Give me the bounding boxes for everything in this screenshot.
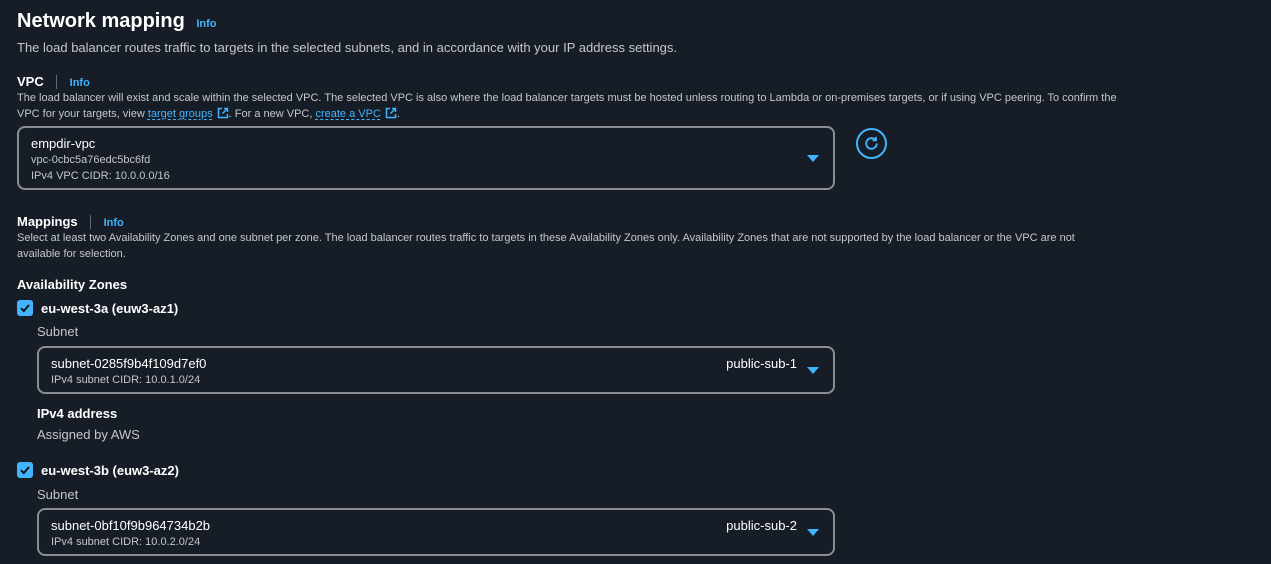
refresh-icon — [863, 135, 880, 152]
zone-1-subnet-label: Subnet — [37, 324, 79, 339]
mappings-label: Mappings — [17, 214, 78, 229]
vpc-desc-mid: . For a new VPC, — [228, 108, 316, 120]
external-link-icon — [217, 107, 229, 124]
zone-1-subnet-id: subnet-0285f9b4f109d7ef0 — [51, 356, 207, 371]
zone-1-subnet-name: public-sub-1 — [726, 356, 797, 371]
vpc-selected-name: empdir-vpc — [31, 136, 96, 151]
mappings-header: Mappings Info — [17, 213, 124, 231]
zone-1-name: eu-west-3a (euw3-az1) — [41, 301, 179, 316]
mappings-desc-line1: Select at least two Availability Zones a… — [17, 232, 1075, 244]
vpc-info-link[interactable]: Info — [70, 77, 90, 89]
availability-zones-heading: Availability Zones — [17, 277, 128, 292]
zone-2-subnet-name: public-sub-2 — [726, 518, 797, 533]
vpc-label: VPC — [17, 74, 44, 89]
vpc-desc-pre: VPC for your targets, view — [17, 108, 148, 120]
section-title: Network mapping Info — [17, 10, 217, 33]
section-description: The load balancer routes traffic to targ… — [17, 40, 678, 55]
zone-1-checkbox[interactable] — [17, 300, 33, 316]
zone-1-ipv4-value: Assigned by AWS — [37, 427, 140, 442]
create-vpc-link[interactable]: create a VPC — [315, 108, 380, 120]
zone-2-checkbox[interactable] — [17, 462, 33, 478]
vpc-description: The load balancer will exist and scale w… — [17, 90, 1262, 124]
vpc-select[interactable]: empdir-vpc vpc-0cbc5a76edc5bc6fd IPv4 VP… — [17, 126, 835, 190]
mappings-desc-line2: available for selection. — [17, 248, 126, 260]
zone-2-name: eu-west-3b (euw3-az2) — [41, 463, 179, 478]
caret-down-icon — [807, 529, 819, 536]
zone-2-subnet-select[interactable]: subnet-0bf10f9b964734b2b IPv4 subnet CID… — [37, 508, 835, 556]
section-info-link[interactable]: Info — [196, 18, 216, 30]
vpc-desc-end: . — [396, 108, 400, 120]
vpc-desc-line1: The load balancer will exist and scale w… — [17, 92, 1117, 104]
external-link-icon — [385, 107, 397, 124]
vpc-desc-line2: VPC for your targets, view target groups… — [17, 106, 1262, 124]
section-title-text: Network mapping — [17, 10, 185, 32]
zone-1-subnet-cidr: IPv4 subnet CIDR: 10.0.1.0/24 — [51, 374, 201, 386]
caret-down-icon — [807, 155, 819, 162]
zone-2-subnet-cidr: IPv4 subnet CIDR: 10.0.2.0/24 — [51, 536, 201, 548]
mappings-info-link[interactable]: Info — [104, 217, 124, 229]
target-groups-link[interactable]: target groups — [148, 108, 213, 120]
caret-down-icon — [807, 367, 819, 374]
refresh-button[interactable] — [856, 128, 887, 159]
zone-2-subnet-id: subnet-0bf10f9b964734b2b — [51, 518, 211, 533]
vpc-selected-id: vpc-0cbc5a76edc5bc6fd — [31, 154, 151, 166]
zone-2-subnet-label: Subnet — [37, 487, 79, 502]
zone-1-subnet-select[interactable]: subnet-0285f9b4f109d7ef0 IPv4 subnet CID… — [37, 346, 835, 394]
vpc-selected-cidr: IPv4 VPC CIDR: 10.0.0.0/16 — [31, 170, 170, 182]
check-icon — [19, 464, 31, 476]
zone-1-ipv4-label: IPv4 address — [37, 406, 118, 421]
vpc-header: VPC Info — [17, 73, 90, 91]
divider — [56, 74, 58, 89]
divider — [90, 214, 92, 229]
check-icon — [19, 302, 31, 314]
mappings-description: Select at least two Availability Zones a… — [17, 230, 1075, 262]
